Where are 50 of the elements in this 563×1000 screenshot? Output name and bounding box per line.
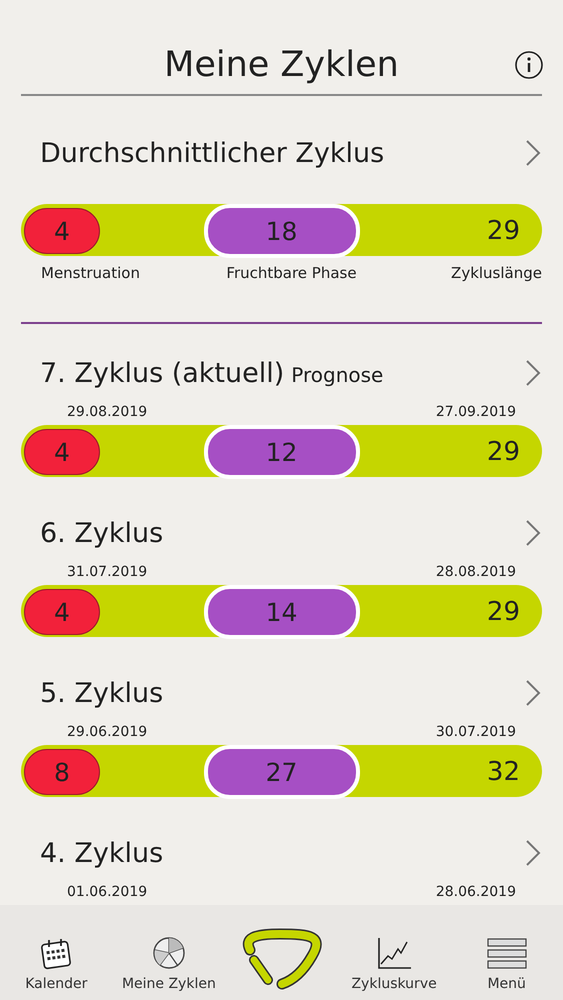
end-date: 27.09.2019: [436, 404, 516, 421]
chevron-icon: [524, 359, 542, 387]
cycle-row[interactable]: 5. Zyklus: [40, 670, 542, 716]
cycle-row[interactable]: 7. Zyklus (aktuell) Prognose: [40, 350, 542, 396]
menstruation-days: 4: [24, 429, 100, 475]
menu-icon: [486, 936, 528, 970]
start-date: 29.06.2019: [67, 724, 148, 741]
nav-tab[interactable]: Zykluskurve: [338, 936, 450, 1000]
start-date: 01.06.2019: [67, 884, 148, 901]
cycle-length: 32: [486, 757, 520, 787]
pie-chart-icon: [152, 936, 186, 970]
end-date: 30.07.2019: [436, 724, 516, 741]
menstruation-days: 4: [24, 589, 100, 635]
cycle-title: 5. Zyklus: [40, 678, 164, 708]
nav-tab[interactable]: Kalender: [0, 936, 113, 1000]
menstruation-days: 8: [24, 749, 100, 795]
section-title: Durchschnittlicher Zyklus: [40, 138, 384, 168]
info-icon: [514, 50, 544, 80]
cycle-title: 4. Zyklus: [40, 838, 164, 868]
chevron-icon: [524, 839, 542, 867]
page-title: Meine Zyklen: [163, 44, 400, 87]
legend-label: Zykluslänge: [451, 264, 542, 282]
info-button[interactable]: [514, 50, 544, 80]
menstruation-days: 4: [24, 208, 100, 254]
cycle-length: 29: [486, 216, 520, 246]
fertile-days: 27: [204, 745, 360, 799]
legend-label: Fruchtbare Phase: [226, 264, 357, 282]
fertile-days: 14: [204, 585, 360, 639]
fertile-days: 12: [204, 425, 360, 479]
average-cycle-row[interactable]: Durchschnittlicher Zyklus: [40, 130, 542, 176]
cycle-length: 29: [486, 597, 520, 627]
start-date: 31.07.2019: [67, 564, 148, 581]
cycle-title: 6. Zyklus: [40, 518, 164, 548]
chevron-icon: [524, 679, 542, 707]
end-date: 28.08.2019: [436, 564, 516, 581]
cycle-title: 7. Zyklus (aktuell): [40, 358, 284, 388]
fertile-days: 18: [204, 204, 360, 258]
forecast-label: Prognose: [291, 362, 384, 386]
start-date: 29.08.2019: [67, 404, 148, 421]
cycle-row[interactable]: 6. Zyklus: [40, 510, 542, 556]
calendar-icon: [39, 936, 74, 970]
legend-label: Menstruation: [41, 264, 140, 282]
end-date: 28.06.2019: [436, 884, 516, 901]
line-chart-icon: [375, 936, 414, 970]
nav-tab[interactable]: Meine Zyklen: [112, 936, 226, 1000]
cycle-row[interactable]: 4. Zyklus: [40, 830, 542, 876]
chevron-icon: [524, 139, 542, 167]
nav-tab[interactable]: Menü: [450, 936, 563, 1000]
cycle-length: 29: [486, 437, 520, 467]
chevron-icon: [524, 519, 542, 547]
